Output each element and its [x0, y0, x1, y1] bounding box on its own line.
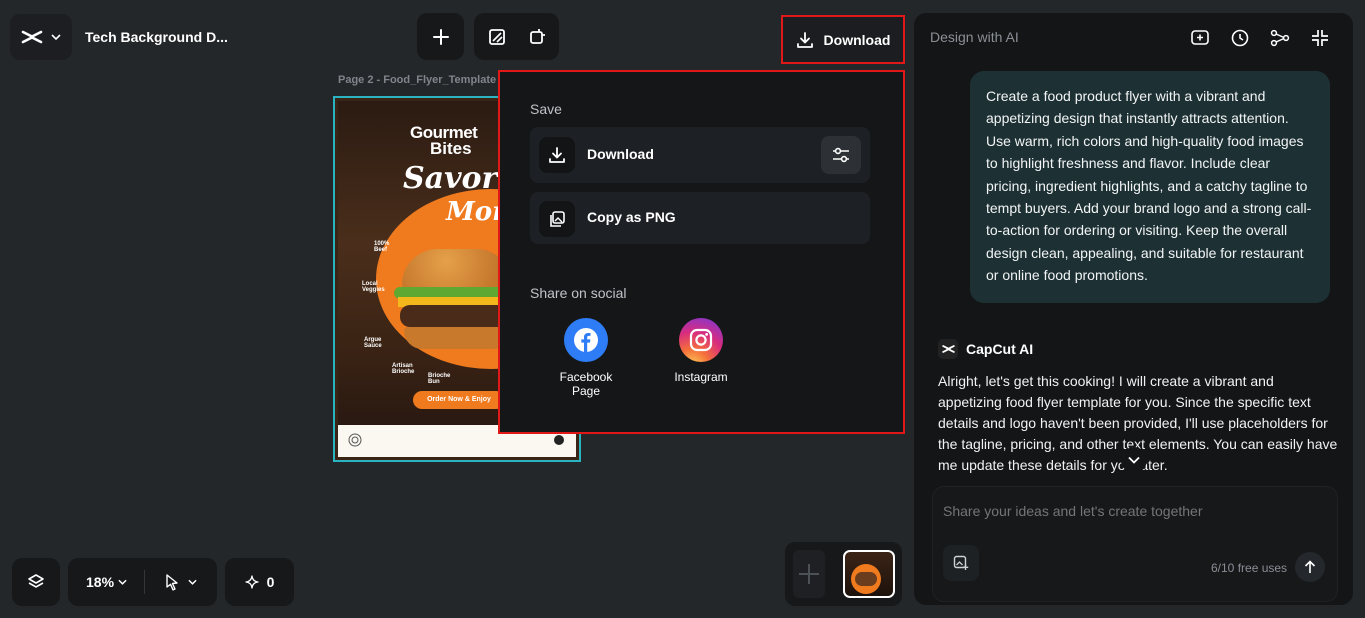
app-menu-button[interactable] — [10, 14, 72, 60]
panel-title: Design with AI — [930, 29, 1019, 45]
page-label: Page 2 - Food_Flyer_Template — [338, 74, 497, 86]
share-section-label: Share on social — [530, 285, 627, 301]
download-button[interactable]: Download — [781, 15, 905, 64]
facebook-icon — [564, 318, 608, 362]
layers-button[interactable] — [12, 558, 60, 606]
zoom-and-pointer-group: 18% — [68, 558, 217, 606]
save-section-label: Save — [530, 101, 562, 117]
facebook-label: Facebook Page — [559, 370, 613, 398]
instagram-label: Instagram — [674, 370, 728, 384]
download-option-label: Download — [587, 146, 654, 162]
background-icon[interactable] — [488, 28, 506, 46]
download-dropdown: Save Download Copy as PNG Share on socia… — [498, 70, 905, 434]
download-icon — [796, 31, 814, 49]
design-with-ai-panel: Design with AI Create a food product fly… — [914, 13, 1353, 605]
history-icon[interactable] — [1228, 26, 1252, 50]
document-title[interactable]: Tech Background D... — [85, 29, 228, 45]
flyer-feature1: 100% Beef — [374, 241, 390, 253]
chat-input-box: 6/10 free uses — [932, 486, 1338, 602]
share-icon[interactable] — [1268, 26, 1292, 50]
copy-as-png-option[interactable]: Copy as PNG — [530, 192, 870, 244]
flyer-feature4: Artisan Brioche — [392, 363, 415, 375]
resize-icon[interactable] — [528, 28, 546, 46]
copy-image-icon — [539, 201, 575, 237]
zoom-level[interactable]: 18% — [86, 574, 114, 590]
page-thumbnail[interactable] — [843, 550, 895, 598]
instagram-share-button[interactable]: Instagram — [656, 318, 746, 384]
capcut-logo-icon — [938, 339, 958, 359]
canvas-tools-group — [474, 13, 559, 60]
capcut-logo-icon — [21, 29, 43, 45]
facebook-share-button[interactable]: Facebook Page — [541, 318, 631, 398]
flyer-brand-line2: Bites — [430, 139, 472, 158]
chevron-down-icon — [1128, 456, 1140, 464]
download-settings-button[interactable] — [821, 136, 861, 174]
chevron-down-icon — [51, 34, 61, 40]
chat-input[interactable] — [943, 503, 1323, 519]
flyer-feature2: Local Veggies — [362, 281, 385, 293]
layers-icon — [28, 574, 44, 588]
sparkle-icon — [244, 575, 259, 589]
pointer-icon[interactable] — [164, 573, 180, 591]
download-icon — [539, 137, 575, 173]
flyer-footer-logo-icon — [348, 433, 362, 447]
chevron-down-icon[interactable] — [188, 579, 197, 585]
collapse-icon[interactable] — [1308, 26, 1332, 50]
send-button[interactable] — [1295, 552, 1325, 582]
scroll-down-button[interactable] — [1121, 447, 1147, 473]
flyer-feature5: Brioche Bun — [428, 373, 451, 385]
flyer-cta-button: Order Now & Enjoy — [413, 391, 505, 409]
add-button[interactable] — [417, 13, 464, 60]
sliders-icon — [833, 147, 849, 163]
download-button-label: Download — [823, 31, 891, 48]
chevron-down-icon[interactable] — [118, 579, 127, 585]
thumbnail-burger — [855, 572, 877, 586]
ai-author-name: CapCut AI — [966, 341, 1034, 357]
plus-icon — [432, 28, 449, 45]
free-uses-counter: 6/10 free uses — [1211, 561, 1288, 575]
arrow-up-icon — [1304, 560, 1316, 573]
new-chat-icon[interactable] — [1188, 26, 1212, 50]
divider — [144, 570, 145, 594]
user-message-bubble: Create a food product flyer with a vibra… — [970, 71, 1330, 303]
flyer-footer-phone-icon — [554, 435, 564, 445]
ai-credits-count: 0 — [266, 574, 275, 590]
add-page-button[interactable] — [793, 550, 825, 598]
ai-credits-button[interactable]: 0 — [225, 558, 294, 606]
ai-author: CapCut AI — [938, 339, 1033, 359]
flyer-feature3: Argue Sauce — [364, 337, 382, 349]
plus-icon — [799, 564, 819, 584]
upload-image-button[interactable] — [943, 545, 979, 581]
pages-strip — [785, 542, 902, 606]
copy-as-png-label: Copy as PNG — [587, 209, 676, 225]
download-option[interactable]: Download — [530, 127, 870, 183]
instagram-icon — [679, 318, 723, 362]
image-upload-icon — [953, 555, 969, 570]
